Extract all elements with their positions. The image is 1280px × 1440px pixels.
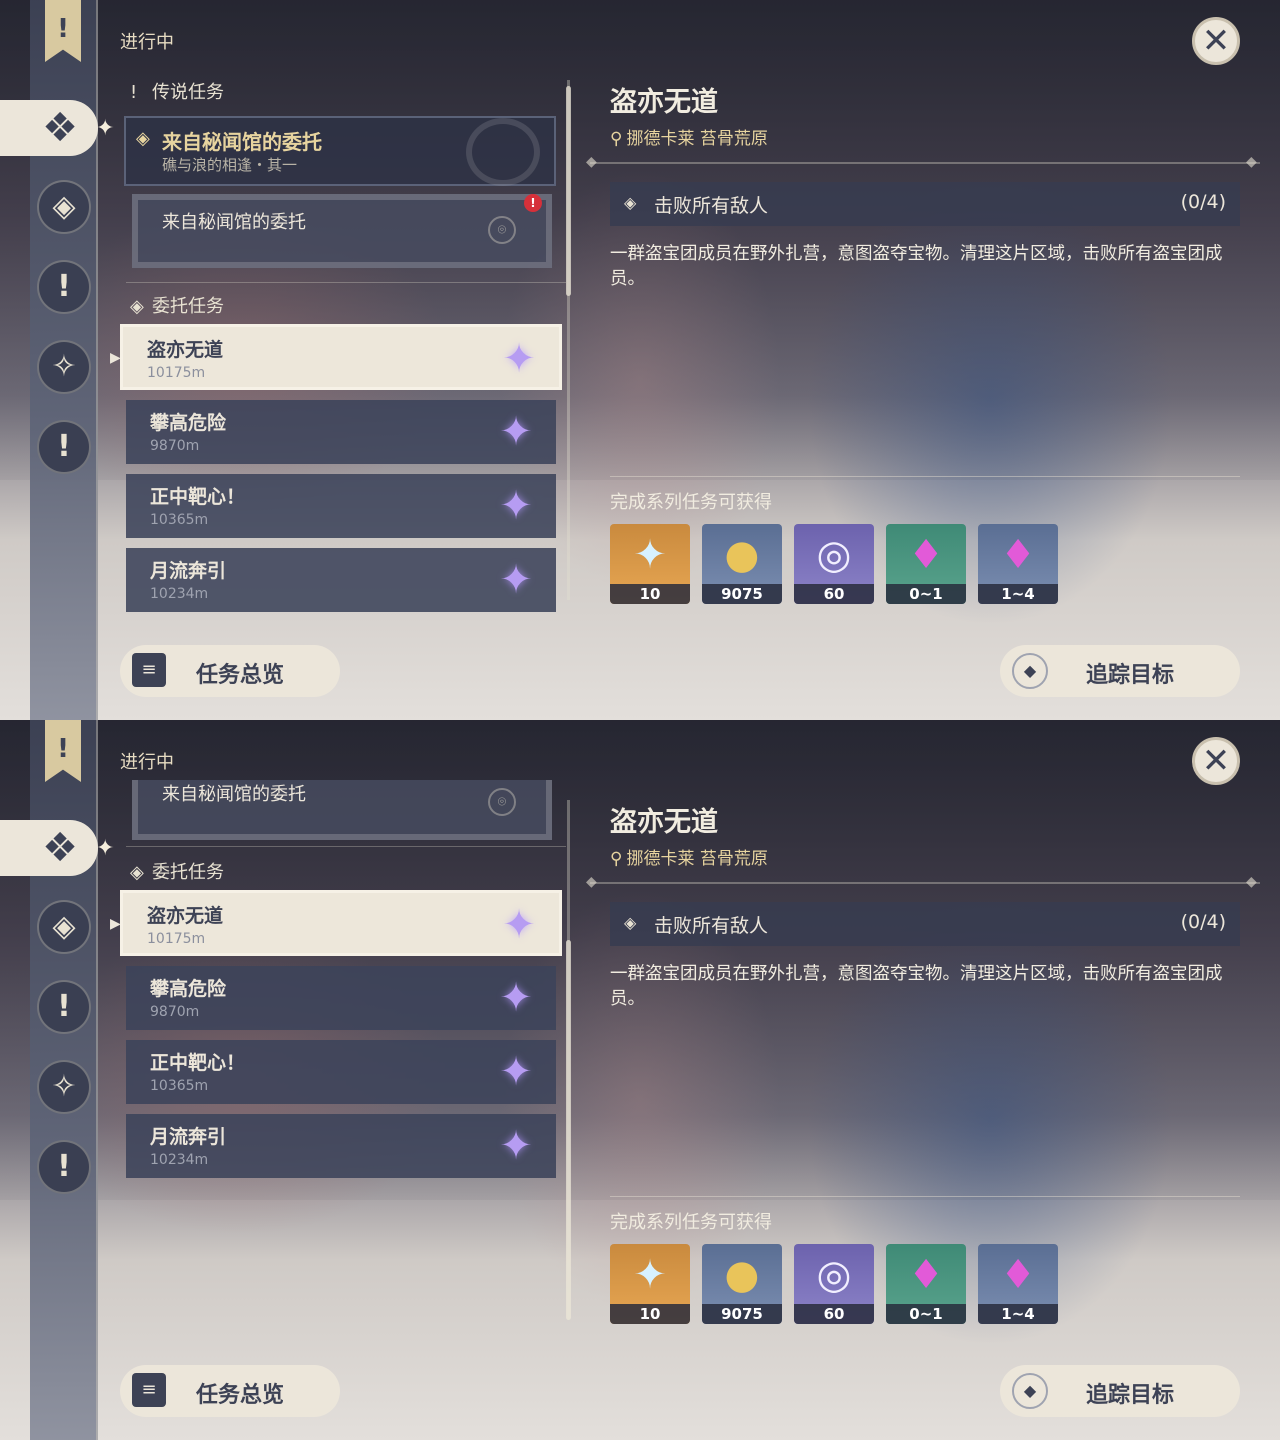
quest-location: ⚲ 挪德卡莱 苔骨荒原 (610, 849, 768, 869)
location-pin-icon: ⚲ (610, 129, 623, 149)
world-icon[interactable]: ! (37, 420, 91, 474)
reward-crystal[interactable]: ♦ 0~1 (886, 1244, 966, 1324)
crystal-cluster-icon: ♦ (1000, 1252, 1036, 1298)
quest-item-selected[interactable]: 盗亦无道 10175m ✦ (120, 324, 562, 390)
quest-title: 盗亦无道 (610, 87, 718, 118)
crystal-icon: ♦ (908, 1252, 944, 1298)
objective-diamond-icon: ◈ (624, 193, 637, 212)
commission-star-icon: ✦ (499, 1049, 533, 1095)
reward-mora[interactable]: ● 9075 (702, 1244, 782, 1324)
commission-star-icon: ✦ (502, 902, 536, 948)
quest-item[interactable]: 正中靶心！ 10365m ✦ (126, 1040, 556, 1104)
reward-companionship[interactable]: ◎ 60 (794, 524, 874, 604)
quest-item[interactable]: 月流奔引 10234m ✦ (126, 1114, 556, 1178)
track-target-button[interactable]: ◆ 追踪目标 (1000, 1365, 1240, 1417)
legend-quest-card[interactable]: ◈ 来自秘闻馆的委托 礁与浪的相逢・其一 (124, 116, 556, 186)
commission-small-icon: ◈ (130, 862, 144, 883)
quest-item[interactable]: 正中靶心！ 10365m ✦ (126, 474, 556, 538)
progress-label: 进行中 (120, 752, 174, 773)
companionship-exp-icon: ◎ (816, 532, 852, 578)
objective-diamond-icon: ◈ (624, 913, 637, 932)
crystal-icon: ♦ (908, 532, 944, 578)
reward-crystal-cluster[interactable]: ♦ 1~4 (978, 1244, 1058, 1324)
reward-companionship[interactable]: ◎ 60 (794, 1244, 874, 1324)
quest-overview-button[interactable]: ≡ 任务总览 (120, 1365, 340, 1417)
quest-list: 来自秘闻馆的委托 ⌾ ◈ 委托任务 ▶ 盗亦无道 10175m ✦ 攀高危险 9870… (110, 780, 570, 1340)
close-button[interactable]: ✕ (1192, 17, 1240, 65)
reward-mora[interactable]: ● 9075 (702, 524, 782, 604)
document-icon: ≡ (132, 653, 166, 687)
objective-bar: ◈ 击败所有敌人 (0/4) (610, 902, 1240, 946)
reward-primogem[interactable]: ✦ 10 (610, 524, 690, 604)
reward-crystal[interactable]: ♦ 0~1 (886, 524, 966, 604)
mora-icon: ● (724, 1252, 760, 1298)
diamond-marker-icon: ◈ (136, 128, 150, 149)
track-target-button[interactable]: ◆ 追踪目标 (1000, 645, 1240, 697)
section-legend: ! 传说任务 (130, 82, 224, 103)
exclaim-icon[interactable]: ! (37, 980, 91, 1034)
commission-star-icon: ✦ (499, 1123, 533, 1169)
quest-panel-bottom: ! ❖ ✦ ◈ ! ✧ ! 进行中 ✕ 来自秘闻馆的委托 ⌾ ◈ 委托任务 ▶ 盗… (0, 720, 1280, 1440)
primogem-icon: ✦ (633, 1252, 667, 1298)
divider (590, 882, 1260, 884)
legend-icon[interactable]: ◈ (37, 180, 91, 234)
location-pin-icon[interactable]: ⌾ (488, 216, 516, 244)
rewards-title: 完成系列任务可获得 (610, 492, 772, 513)
emblem-icon (466, 118, 540, 186)
quest-diamond-icon: ❖ (42, 825, 78, 871)
commission-icon[interactable]: ✧ (37, 340, 91, 394)
commission-star-icon: ✦ (499, 409, 533, 455)
quest-item[interactable]: 攀高危险 9870m ✦ (126, 966, 556, 1030)
quest-overview-button[interactable]: ≡ 任务总览 (120, 645, 340, 697)
alert-icon: ! (524, 194, 542, 212)
exclaim-icon[interactable]: ! (37, 260, 91, 314)
location-pin-icon: ⚲ (610, 849, 623, 869)
commission-star-icon: ✦ (499, 557, 533, 603)
quest-title: 盗亦无道 (610, 807, 718, 838)
location-pin-icon[interactable]: ⌾ (488, 788, 516, 816)
quest-description: 一群盗宝团成员在野外扎营，意图盗夺宝物。清理这片区域，击败所有盗宝团成员。 (610, 244, 1223, 289)
crystal-cluster-icon: ♦ (1000, 532, 1036, 578)
commission-icon[interactable]: ✧ (37, 1060, 91, 1114)
rail-tab-quests-active[interactable]: ❖ (0, 100, 98, 156)
primogem-icon: ✦ (633, 532, 667, 578)
reward-primogem[interactable]: ✦ 10 (610, 1244, 690, 1324)
quest-list: ! 传说任务 ◈ 来自秘闻馆的委托 礁与浪的相逢・其一 来自秘闻馆的委托 ⌾ ! … (110, 60, 570, 620)
rail-tab-quests-active[interactable]: ❖ (0, 820, 98, 876)
objective-bar: ◈ 击败所有敌人 (0/4) (610, 182, 1240, 226)
world-icon[interactable]: ! (37, 1140, 91, 1194)
document-icon: ≡ (132, 1373, 166, 1407)
track-diamond-icon: ◆ (1012, 1373, 1048, 1409)
quest-panel-top: ! ❖ ✦ ◈ ! ✧ ! 进行中 ✕ ! 传说任务 ◈ 来自秘闻馆的委托 礁与浪… (0, 0, 1280, 720)
divider (590, 162, 1260, 164)
close-button[interactable]: ✕ (1192, 737, 1240, 785)
rewards-title: 完成系列任务可获得 (610, 1212, 772, 1233)
companionship-exp-icon: ◎ (816, 1252, 852, 1298)
legend-icon[interactable]: ◈ (37, 900, 91, 954)
exclaim-small-icon: ! (130, 82, 138, 103)
reward-crystal-cluster[interactable]: ♦ 1~4 (978, 524, 1058, 604)
mora-icon: ● (724, 532, 760, 578)
track-diamond-icon: ◆ (1012, 653, 1048, 689)
quest-diamond-icon: ❖ (42, 105, 78, 151)
quest-description: 一群盗宝团成员在野外扎营，意图盗夺宝物。清理这片区域，击败所有盗宝团成员。 (610, 964, 1223, 1009)
progress-label: 进行中 (120, 32, 174, 53)
section-commission: ◈ 委托任务 (130, 296, 224, 317)
quest-item[interactable]: 月流奔引 10234m ✦ (126, 548, 556, 612)
section-commission: ◈ 委托任务 (130, 862, 224, 883)
legend-subquest-card[interactable]: 来自秘闻馆的委托 ⌾ ! (132, 194, 552, 268)
commission-small-icon: ◈ (130, 296, 144, 317)
commission-star-icon: ✦ (502, 336, 536, 382)
quest-item[interactable]: 攀高危险 9870m ✦ (126, 400, 556, 464)
quest-item-selected[interactable]: 盗亦无道 10175m ✦ (120, 890, 562, 956)
commission-star-icon: ✦ (499, 975, 533, 1021)
quest-location: ⚲ 挪德卡莱 苔骨荒原 (610, 129, 768, 149)
commission-star-icon: ✦ (499, 483, 533, 529)
legend-subquest-card[interactable]: 来自秘闻馆的委托 ⌾ (132, 780, 552, 840)
